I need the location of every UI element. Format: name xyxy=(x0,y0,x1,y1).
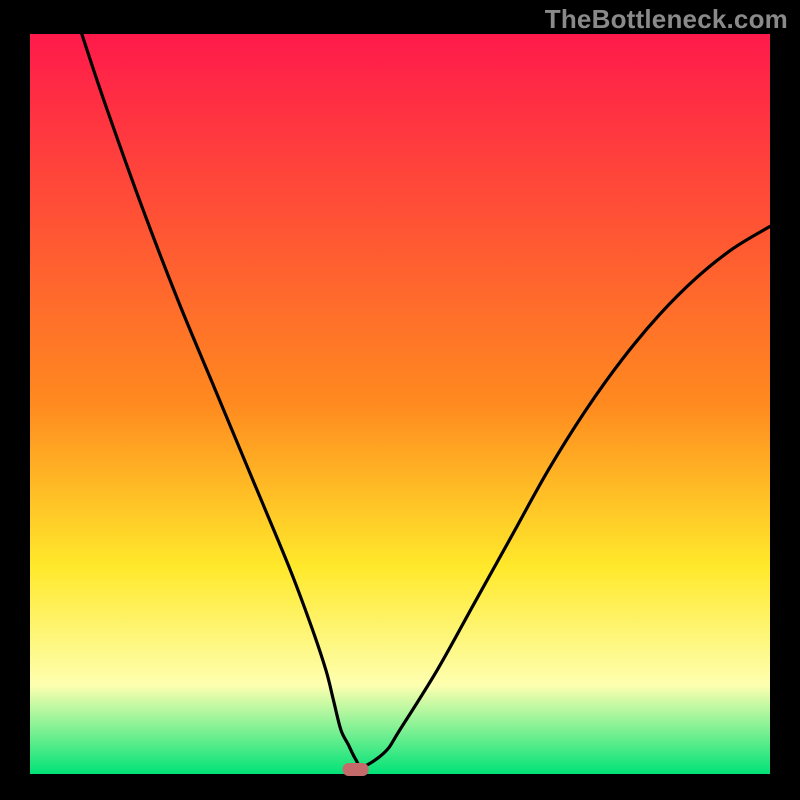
plot-area xyxy=(30,34,770,774)
chart-svg xyxy=(0,0,800,800)
minimum-marker xyxy=(343,763,369,776)
chart-frame: { "watermark": "TheBottleneck.com", "col… xyxy=(0,0,800,800)
watermark-text: TheBottleneck.com xyxy=(545,4,788,35)
